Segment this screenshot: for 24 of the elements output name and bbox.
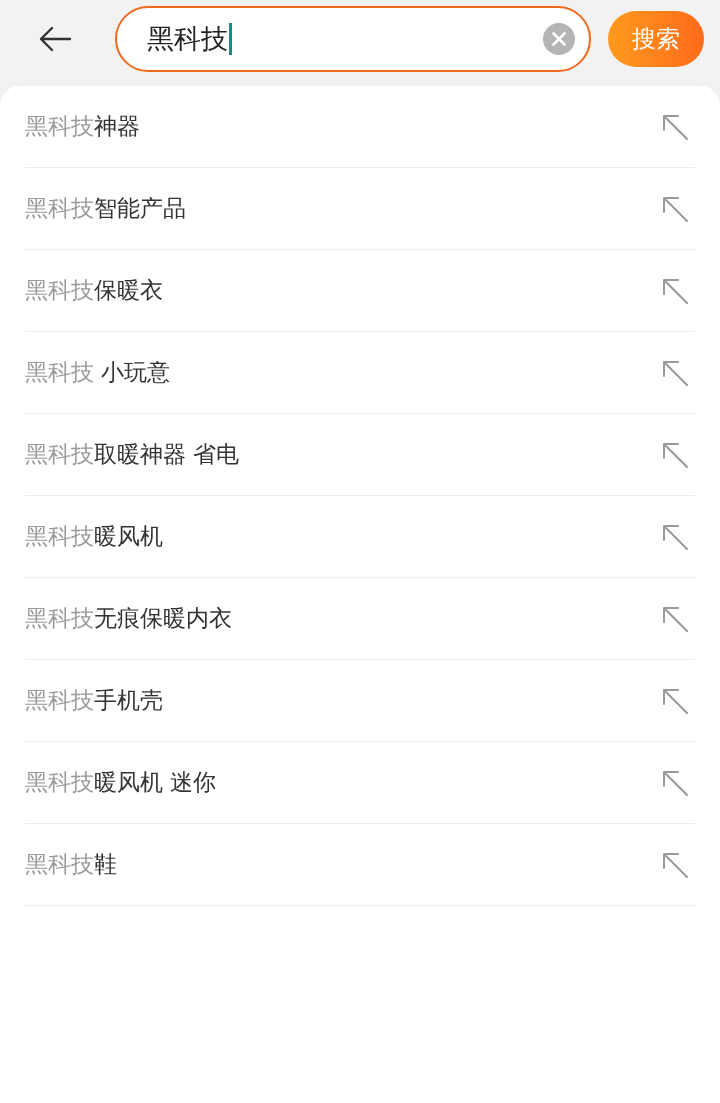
suggestion-text[interactable]: 黑科技手机壳 xyxy=(25,685,163,716)
search-text: 黑科技 xyxy=(147,22,228,56)
arrow-up-left-icon[interactable] xyxy=(661,112,689,141)
arrow-up-left-icon[interactable] xyxy=(661,522,689,551)
arrow-up-left-icon[interactable] xyxy=(661,194,689,223)
suggestion-text[interactable]: 黑科技 小玩意 xyxy=(25,357,171,388)
arrow-up-left-icon[interactable] xyxy=(661,358,689,387)
arrow-up-left-icon[interactable] xyxy=(661,440,689,469)
clear-icon[interactable] xyxy=(543,23,575,55)
suggestion-text[interactable]: 黑科技保暖衣 xyxy=(25,275,163,306)
back-arrow-icon[interactable] xyxy=(38,26,72,52)
arrow-up-left-icon[interactable] xyxy=(661,604,689,633)
suggestion-text[interactable]: 黑科技无痕保暖内衣 xyxy=(25,603,232,634)
arrow-up-left-icon[interactable] xyxy=(661,276,689,305)
suggestion-text[interactable]: 黑科技取暖神器 省电 xyxy=(25,439,240,470)
search-field[interactable]: 黑科技 xyxy=(115,6,591,72)
suggestion-text[interactable]: 黑科技神器 xyxy=(25,111,140,142)
suggestion-text[interactable]: 黑科技暖风机 xyxy=(25,521,163,552)
arrow-up-left-icon[interactable] xyxy=(661,686,689,715)
arrow-up-left-icon[interactable] xyxy=(661,768,689,797)
suggestion-text[interactable]: 黑科技暖风机 迷你 xyxy=(25,767,217,798)
suggestion-text[interactable]: 黑科技智能产品 xyxy=(25,193,186,224)
arrow-up-left-icon[interactable] xyxy=(661,850,689,879)
suggestion-text[interactable]: 黑科技鞋 xyxy=(25,849,117,880)
